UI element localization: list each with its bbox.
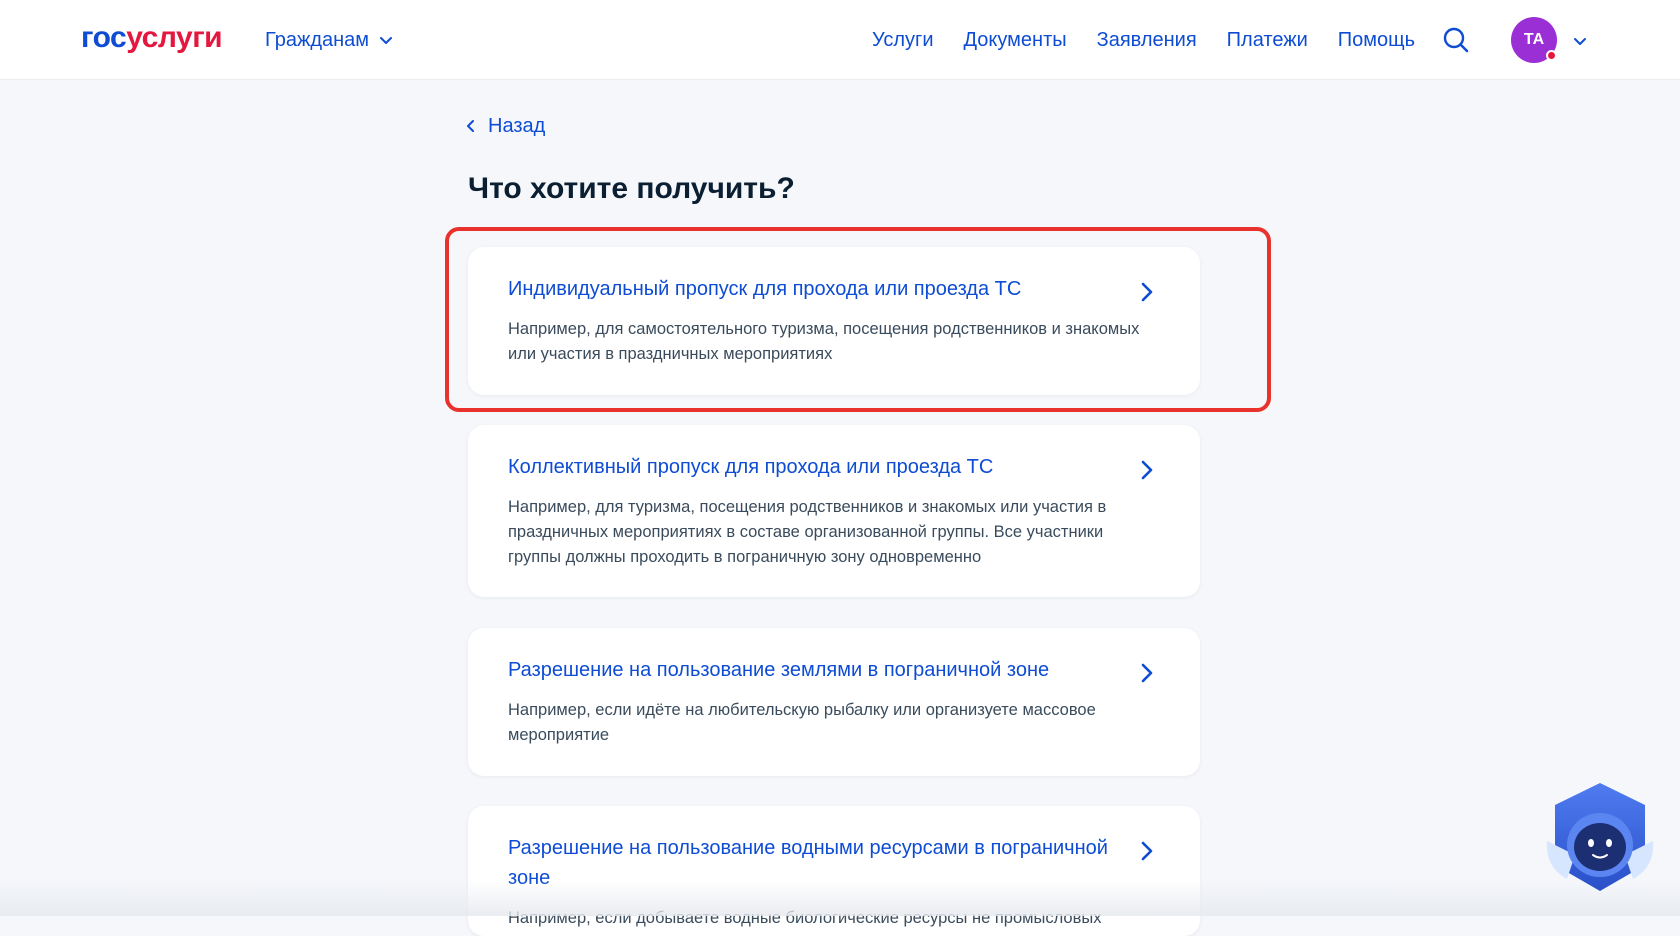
chevron-right-icon bbox=[1141, 663, 1153, 683]
back-link[interactable]: Назад bbox=[466, 112, 545, 140]
back-label: Назад bbox=[488, 115, 546, 137]
nav-item-help[interactable]: Помощь bbox=[1338, 26, 1415, 54]
chevron-right-icon bbox=[1141, 282, 1153, 302]
card-description: Например, для туризма, посещения родстве… bbox=[508, 498, 1107, 566]
logo-part-uslugi: услуги bbox=[126, 21, 223, 54]
assistant-robot-icon[interactable] bbox=[1545, 779, 1655, 895]
nav-item-services[interactable]: Услуги bbox=[872, 26, 934, 54]
chevron-left-icon bbox=[467, 120, 474, 132]
card-description: Например, если добываете водные биологич… bbox=[508, 909, 1102, 927]
main-nav: Услуги Документы Заявления Платежи Помощ… bbox=[872, 26, 1415, 54]
search-icon[interactable] bbox=[1442, 26, 1470, 54]
option-card-land-use-permit[interactable]: Разрешение на пользование землями в погр… bbox=[468, 628, 1200, 776]
chevron-right-icon bbox=[1141, 460, 1153, 480]
audience-selector[interactable]: Гражданам bbox=[265, 26, 393, 54]
option-card-water-use-permit[interactable]: Разрешение на пользование водными ресурс… bbox=[468, 806, 1200, 936]
gosuslugi-logo[interactable]: госуслуги bbox=[81, 18, 223, 58]
logo-part-gos: гос bbox=[81, 21, 127, 54]
card-title: Разрешение на пользование водными ресурс… bbox=[508, 837, 1108, 889]
nav-item-documents[interactable]: Документы bbox=[964, 26, 1067, 54]
option-card-collective-pass[interactable]: Коллективный пропуск для прохода или про… bbox=[468, 425, 1200, 597]
avatar-initials: ТА bbox=[1523, 31, 1545, 48]
nav-item-payments[interactable]: Платежи bbox=[1227, 26, 1308, 54]
card-description: Например, если идёте на любительскую рыб… bbox=[508, 701, 1096, 744]
avatar[interactable]: ТА bbox=[1511, 17, 1557, 63]
card-description: Например, для самостоятельного туризма, … bbox=[508, 320, 1140, 363]
card-title: Коллективный пропуск для прохода или про… bbox=[508, 456, 994, 478]
card-title: Разрешение на пользование землями в погр… bbox=[508, 659, 1050, 681]
page-title: Что хотите получить? bbox=[468, 172, 795, 205]
top-header: госуслуги Гражданам Услуги Документы Зая… bbox=[0, 0, 1680, 79]
chevron-down-icon bbox=[380, 37, 393, 44]
nav-item-applications[interactable]: Заявления bbox=[1097, 26, 1197, 54]
chevron-right-icon bbox=[1141, 841, 1153, 861]
notification-dot bbox=[1546, 50, 1557, 61]
card-title: Индивидуальный пропуск для прохода или п… bbox=[508, 278, 1022, 300]
chevron-down-icon[interactable] bbox=[1572, 33, 1588, 49]
option-card-individual-pass[interactable]: Индивидуальный пропуск для прохода или п… bbox=[468, 247, 1200, 395]
audience-label: Гражданам bbox=[265, 29, 370, 51]
